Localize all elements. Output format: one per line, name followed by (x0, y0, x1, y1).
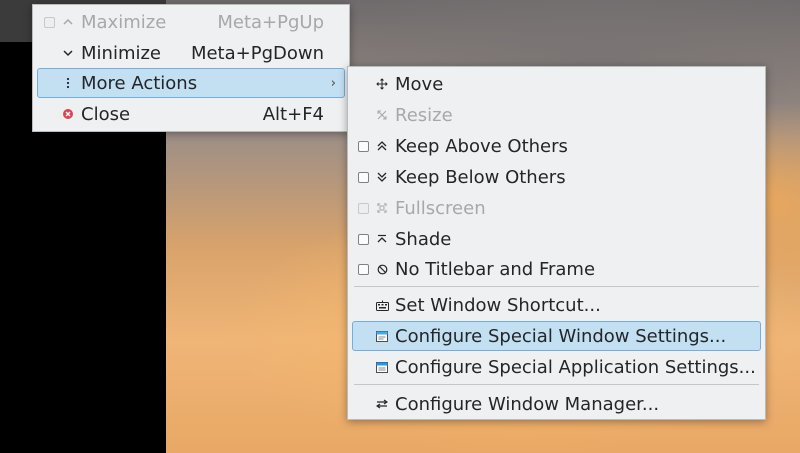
menu-item-label: Close (81, 103, 131, 125)
menu-item-more-actions[interactable]: More Actions › (37, 68, 345, 98)
menu-item-keep-above[interactable]: Keep Above Others (352, 131, 761, 161)
menu-item-no-titlebar[interactable]: No Titlebar and Frame (352, 254, 761, 284)
shade-icon (375, 230, 389, 248)
menu-item-label: Maximize (81, 11, 167, 33)
window-settings-icon (375, 327, 389, 345)
menu-item-minimize[interactable]: Minimize Meta+PgDown (37, 38, 345, 68)
minimize-chevron-down-icon (61, 44, 75, 62)
menu-item-shade[interactable]: Shade (352, 224, 761, 254)
close-circle-icon (61, 105, 75, 123)
menu-item-resize[interactable]: Resize (352, 100, 761, 130)
menu-item-shortcut: Meta+PgUp (217, 11, 324, 33)
menu-item-label: Set Window Shortcut... (395, 294, 601, 316)
submenu-arrow-icon: › (330, 75, 336, 91)
menu-item-label: Configure Window Manager... (395, 393, 660, 415)
menu-item-set-window-shortcut[interactable]: Set Window Shortcut... (352, 290, 761, 320)
double-chevron-up-icon (375, 137, 389, 155)
menu-item-label: Configure Special Application Settings..… (395, 356, 756, 378)
no-frame-icon (375, 260, 389, 278)
desktop-wallpaper: Maximize Meta+PgUp Minimize Meta+PgDown … (0, 0, 800, 453)
move-arrows-icon (375, 75, 389, 93)
more-actions-submenu: Move Resize Keep Above Others Keep Below… (347, 66, 766, 420)
double-chevron-down-icon (375, 168, 389, 186)
menu-item-label: Resize (395, 104, 453, 126)
window-manager-icon (375, 395, 389, 413)
menu-item-label: Shade (395, 228, 452, 250)
menu-item-maximize[interactable]: Maximize Meta+PgUp (37, 7, 345, 37)
menu-item-configure-special-window[interactable]: Configure Special Window Settings... (352, 321, 761, 351)
menu-item-label: Keep Above Others (395, 135, 568, 157)
menu-item-move[interactable]: Move (352, 69, 761, 99)
menu-item-configure-special-application[interactable]: Configure Special Application Settings..… (352, 352, 761, 382)
window-operations-menu: Maximize Meta+PgUp Minimize Meta+PgDown … (32, 4, 350, 132)
keyboard-icon (375, 296, 389, 314)
menu-item-label: Fullscreen (395, 197, 486, 219)
menu-item-shortcut: Meta+PgDown (190, 42, 324, 64)
menu-item-label: No Titlebar and Frame (395, 258, 596, 280)
shade-checkbox[interactable] (358, 233, 369, 245)
menu-item-shortcut: Alt+F4 (262, 103, 324, 125)
menu-item-configure-window-manager[interactable]: Configure Window Manager... (352, 389, 761, 419)
menu-item-fullscreen[interactable]: Fullscreen (352, 193, 761, 223)
menu-separator (354, 286, 759, 287)
menu-item-keep-below[interactable]: Keep Below Others (352, 162, 761, 192)
application-settings-icon (375, 358, 389, 376)
menu-separator (354, 384, 759, 385)
keep-below-checkbox[interactable] (358, 171, 369, 183)
menu-item-label: More Actions (81, 72, 198, 94)
more-actions-dots-icon (61, 74, 75, 92)
maximize-checkbox[interactable] (44, 16, 55, 28)
menu-item-label: Keep Below Others (395, 166, 566, 188)
no-titlebar-checkbox[interactable] (358, 263, 369, 275)
menu-item-label: Move (395, 73, 444, 95)
fullscreen-icon (375, 199, 389, 217)
maximize-chevron-up-icon (61, 13, 75, 31)
menu-item-label: Minimize (81, 42, 161, 64)
menu-item-close[interactable]: Close Alt+F4 (37, 99, 345, 129)
fullscreen-checkbox[interactable] (358, 202, 369, 214)
keep-above-checkbox[interactable] (358, 140, 369, 152)
menu-item-label: Configure Special Window Settings... (395, 325, 727, 347)
resize-icon (375, 106, 389, 124)
